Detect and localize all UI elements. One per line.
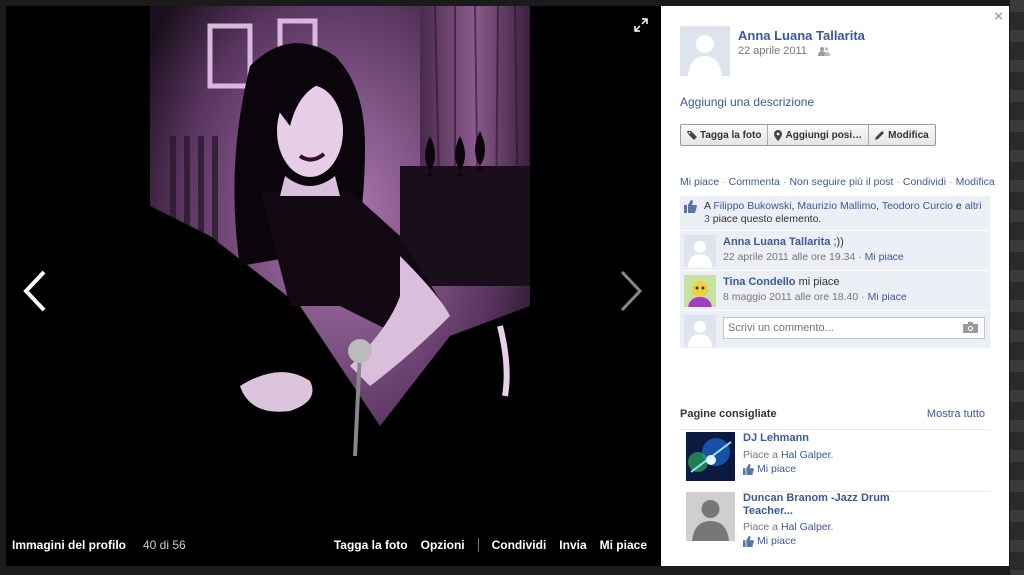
like-link[interactable]: Mi piace	[680, 176, 719, 188]
liked-by-prefix: Piace a	[743, 449, 779, 461]
photo-actions: Tagga la foto Opzioni Condividi Invia Mi…	[334, 538, 647, 552]
owner-avatar[interactable]	[680, 26, 730, 76]
next-photo-arrow-icon[interactable]	[616, 268, 646, 317]
thumbs-up-icon	[743, 463, 754, 475]
tag-photo-label: Tagga la foto	[700, 129, 762, 141]
unfollow-post-link[interactable]: Non seguire più il post	[789, 176, 893, 188]
photo-edit-buttons: Tagga la foto Aggiungi posi… Modifica	[680, 124, 936, 146]
page-like-label: Mi piace	[757, 535, 797, 547]
liked-by-link[interactable]: Hal Galper.	[781, 521, 834, 533]
suggested-page-item: DJ Lehmann Piace a Hal Galper. Mi piace	[686, 432, 991, 490]
comment-timestamp: 22 aprile 2011 alle ore 19.34	[723, 251, 856, 263]
thumbs-up-icon	[684, 200, 697, 217]
page-like-button[interactable]: Mi piace	[743, 463, 796, 475]
add-description-link[interactable]: Aggiungi una descrizione	[680, 95, 814, 109]
page-like-button[interactable]: Mi piace	[743, 535, 796, 547]
previous-photo-arrow-icon[interactable]	[20, 268, 50, 317]
liked-by-prefix: Piace a	[743, 521, 779, 533]
like-button[interactable]: Mi piace	[600, 538, 647, 552]
suggested-page-item: Duncan Branom -Jazz Drum Teacher... Piac…	[686, 492, 991, 550]
liker-link[interactable]: Teodoro Curcio	[882, 200, 953, 212]
liked-by-link[interactable]: Hal Galper.	[781, 449, 834, 461]
separator-dot: ·	[722, 176, 726, 188]
edit-button[interactable]: Modifica	[869, 125, 935, 145]
liker-link[interactable]: Maurizio Mallimo	[797, 200, 876, 212]
close-icon[interactable]: ×	[994, 8, 1003, 25]
photo-info-panel: × Anna Luana Tallarita 22 aprile 2011 Ag…	[661, 6, 1009, 566]
share-button[interactable]: Condividi	[492, 538, 547, 552]
comment-meta: 8 maggio 2011 alle ore 18.40 · Mi piace	[723, 291, 907, 303]
post-action-links: Mi piace · Commenta · Non seguire più il pos…	[680, 176, 995, 188]
page-thumbnail[interactable]	[686, 492, 735, 541]
comment-text: mi piace	[798, 276, 840, 288]
share-link[interactable]: Condividi	[903, 176, 946, 188]
liker-link[interactable]: Filippo Bukowski	[713, 200, 791, 212]
suggested-pages-title: Pagine consigliate	[680, 408, 777, 420]
comment-like-link[interactable]: Mi piace	[865, 251, 904, 263]
send-button[interactable]: Invia	[559, 538, 586, 552]
location-pin-icon	[774, 129, 783, 141]
audience-friends-icon[interactable]	[817, 46, 830, 59]
likes-summary: A Filippo Bukowski, Maurizio Mallimo, Te…	[680, 196, 990, 230]
viewer-avatar	[684, 315, 716, 347]
edit-link[interactable]: Modifica	[956, 176, 995, 188]
fullscreen-icon[interactable]	[634, 18, 648, 32]
add-location-label: Aggiungi posi…	[785, 129, 863, 141]
comment-item: Tina Condello mi piace 8 maggio 2011 all…	[680, 270, 990, 310]
thumbs-up-icon	[743, 535, 754, 547]
tag-icon	[687, 131, 697, 140]
tag-photo-button[interactable]: Tagga la foto	[334, 538, 408, 552]
show-all-link[interactable]: Mostra tutto	[927, 408, 985, 420]
commenter-name[interactable]: Tina Condello	[723, 276, 796, 288]
comment-timestamp: 8 maggio 2011 alle ore 18.40	[723, 291, 859, 303]
comment-feed: A Filippo Bukowski, Maurizio Mallimo, Te…	[680, 196, 990, 348]
separator-dot: ·	[949, 176, 953, 188]
commenter-avatar[interactable]	[684, 235, 716, 267]
comment-text: ;))	[833, 236, 844, 248]
options-button[interactable]: Opzioni	[421, 538, 465, 552]
camera-icon[interactable]	[963, 322, 978, 336]
comment-item: Anna Luana Tallarita ;)) 22 aprile 2011 …	[680, 230, 990, 270]
photo-position: 40 di 56	[143, 538, 186, 552]
liked-by-text: Piace a Hal Galper.	[743, 449, 833, 461]
post-date: 22 aprile 2011	[738, 45, 830, 59]
likes-conjunction: e	[953, 200, 965, 212]
add-location-button[interactable]: Aggiungi posi…	[768, 125, 870, 145]
comment-link[interactable]: Commenta	[729, 176, 780, 188]
post-date-text: 22 aprile 2011	[738, 45, 807, 57]
pencil-icon	[875, 131, 885, 140]
photo-stage: Immagini del profilo 40 di 56 Tagga la f…	[6, 6, 661, 566]
separator-dot: ·	[896, 176, 900, 188]
comment-input[interactable]	[723, 317, 985, 339]
page-name-link[interactable]: Duncan Branom -Jazz Drum Teacher...	[743, 492, 923, 518]
comment-composer	[680, 310, 990, 348]
likes-prefix: A	[704, 200, 714, 212]
divider	[477, 538, 479, 552]
separator-dot: ·	[782, 176, 787, 188]
likes-suffix: piace questo elemento.	[712, 213, 822, 225]
profile-photo	[150, 6, 530, 536]
liked-by-text: Piace a Hal Galper.	[743, 521, 833, 533]
owner-name-link[interactable]: Anna Luana Tallarita	[738, 28, 865, 43]
album-title[interactable]: Immagini del profilo	[12, 538, 126, 552]
page-thumbnail[interactable]	[686, 432, 735, 481]
commenter-avatar[interactable]	[684, 275, 716, 307]
tag-photo-button[interactable]: Tagga la foto	[681, 125, 769, 145]
edit-label: Modifica	[888, 129, 929, 141]
page-name-link[interactable]: DJ Lehmann	[743, 432, 923, 445]
comment-meta: 22 aprile 2011 alle ore 19.34 · Mi piace	[723, 251, 904, 263]
comment-like-link[interactable]: Mi piace	[868, 291, 907, 303]
page-like-label: Mi piace	[757, 463, 797, 475]
suggested-pages-header: Pagine consigliate Mostra tutto	[680, 408, 990, 430]
commenter-name[interactable]: Anna Luana Tallarita	[723, 236, 830, 248]
photo-toolbar: Immagini del profilo 40 di 56 Tagga la f…	[6, 534, 661, 566]
background-page-edge	[1010, 0, 1024, 575]
